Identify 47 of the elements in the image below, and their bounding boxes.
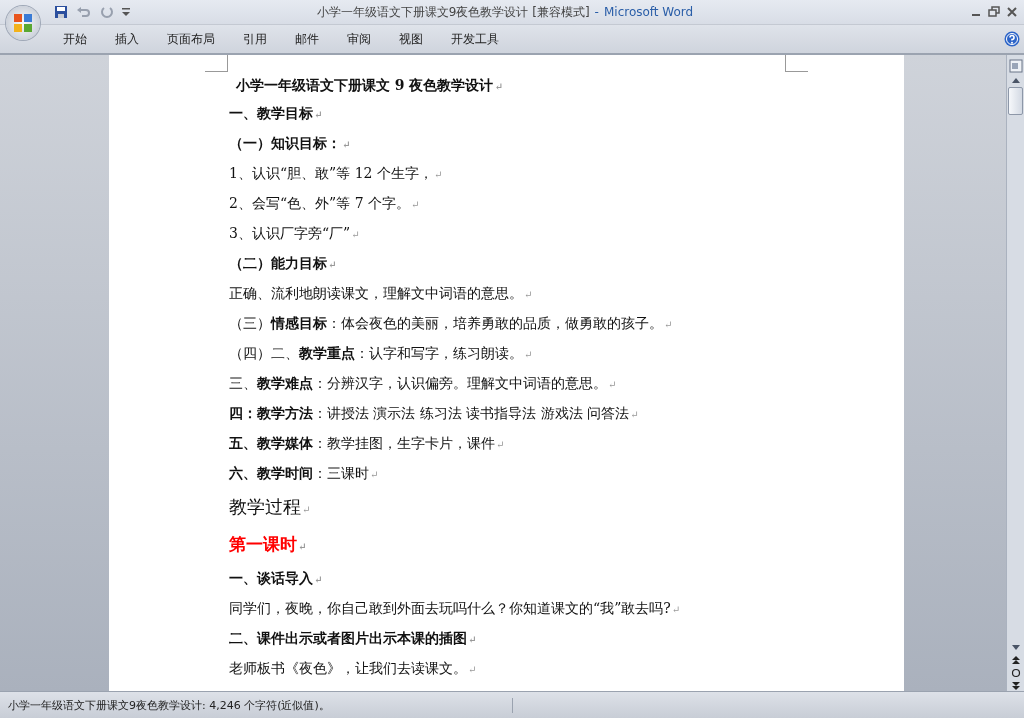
- paragraph: 同学们，夜晚，你自己敢到外面去玩吗什么？你知道课文的“我”敢去吗?↵: [229, 599, 682, 618]
- paragraph: 三、教学难点：分辨汉字，认识偏旁。理解文中词语的意思。↵: [229, 374, 618, 393]
- vertical-scrollbar[interactable]: [1006, 55, 1024, 691]
- paragraph: （二）能力目标↵: [229, 254, 338, 273]
- paragraph: 教学过程↵: [229, 495, 312, 519]
- scroll-up-icon[interactable]: [1010, 76, 1021, 84]
- title-separator: -: [594, 4, 599, 19]
- ribbon-tab[interactable]: 页面布局: [156, 27, 226, 51]
- help-icon[interactable]: [1004, 31, 1020, 47]
- paragraph: 正确、流利地朗读课文，理解文中词语的意思。↵: [229, 284, 534, 303]
- ribbon-tab[interactable]: 引用: [232, 27, 278, 51]
- office-logo-icon: [12, 12, 34, 34]
- save-icon[interactable]: [54, 5, 68, 19]
- browse-object-icon[interactable]: [1010, 668, 1021, 678]
- paragraph: 一、谈话导入↵: [229, 569, 324, 588]
- paragraph: 四：教学方法：讲授法 演示法 练习法 读书指导法 游戏法 问答法↵: [229, 404, 640, 423]
- previous-page-icon[interactable]: [1010, 655, 1021, 665]
- ribbon-tab[interactable]: 邮件: [284, 27, 330, 51]
- scroll-thumb[interactable]: [1008, 87, 1023, 115]
- close-icon[interactable]: [1006, 6, 1018, 18]
- paragraph: 五、教学媒体：教学挂图，生字卡片，课件↵: [229, 434, 506, 453]
- paragraph: 老师板书《夜色》，让我们去读课文。↵: [229, 659, 478, 678]
- window-title: 小学一年级语文下册课文9夜色教学设计 [兼容模式]: [316, 4, 590, 19]
- paragraph: 小学一年级语文下册课文 9 夜色教学设计↵: [235, 76, 504, 95]
- paragraph: （三）情感目标：体会夜色的美丽，培养勇敢的品质，做勇敢的孩子。↵: [229, 314, 674, 333]
- paragraph: （四）二、教学重点：认字和写字，练习朗读。↵: [229, 344, 534, 363]
- customize-dropdown-icon[interactable]: [122, 7, 130, 17]
- app-name: Microsoft Word: [603, 4, 694, 19]
- paragraph: 第一课时↵: [229, 533, 308, 556]
- paragraph: 二、课件出示或者图片出示本课的插图↵: [229, 629, 478, 648]
- paragraph: 六、教学时间：三课时↵: [229, 464, 380, 483]
- restore-icon[interactable]: [988, 6, 1000, 18]
- office-button[interactable]: [6, 6, 40, 40]
- ribbon-tab[interactable]: 开发工具: [440, 27, 510, 51]
- status-text: 小学一年级语文下册课文9夜色教学设计: 4,246 个字符(近似值)。: [0, 697, 513, 713]
- crop-mark: [785, 55, 808, 72]
- paragraph: 2、会写“色、外”等 7 个字。↵: [229, 194, 421, 213]
- paragraph: 1、认识“胆、敢”等 12 个生字，↵: [229, 164, 444, 183]
- ribbon-tab[interactable]: 插入: [104, 27, 150, 51]
- paragraph: （一）知识目标：↵: [229, 134, 352, 153]
- ribbon-tab[interactable]: 视图: [388, 27, 434, 51]
- scroll-down-icon[interactable]: [1010, 644, 1021, 652]
- paragraph: 3、认识厂字旁“厂”↵: [229, 224, 361, 243]
- paragraph: 一、教学目标↵: [229, 104, 324, 123]
- ribbon-tab[interactable]: 开始: [52, 27, 98, 51]
- ribbon-tab[interactable]: 审阅: [336, 27, 382, 51]
- crop-mark: [205, 55, 228, 72]
